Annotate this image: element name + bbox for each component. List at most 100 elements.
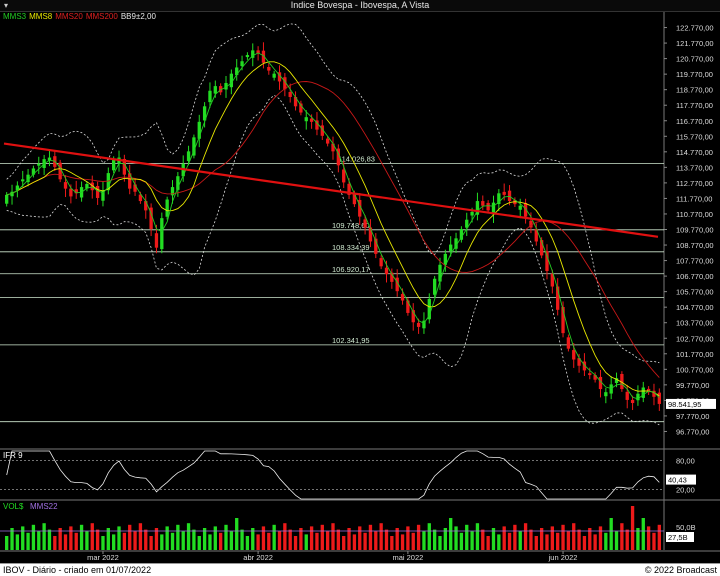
y-tick-label: 119.770,00 xyxy=(676,70,713,79)
volume-bar xyxy=(577,529,581,550)
volume-bar xyxy=(556,532,560,550)
volume-bar xyxy=(331,523,335,550)
volume-bar xyxy=(363,532,367,550)
volume-bar xyxy=(400,534,405,550)
volume-bar xyxy=(454,526,458,550)
fib-level-label: 102.341,95 xyxy=(332,336,370,345)
volume-bar xyxy=(197,536,201,550)
volume-bar xyxy=(625,529,629,550)
candle-body xyxy=(379,258,383,267)
candle-body xyxy=(272,73,276,78)
candle-body xyxy=(625,391,629,400)
candle-body xyxy=(507,190,512,202)
volume-bar xyxy=(427,523,431,550)
candle-body xyxy=(69,188,73,197)
candle-body xyxy=(545,251,549,271)
candle-body xyxy=(288,92,292,97)
candle-body xyxy=(304,117,308,122)
volume-bar xyxy=(170,532,175,550)
volume-bar xyxy=(149,536,153,550)
volume-bar xyxy=(352,534,357,550)
x-tick-label: abr 2022 xyxy=(243,553,273,562)
volume-bar xyxy=(438,536,442,550)
candle-body xyxy=(144,201,148,211)
volume-bar xyxy=(95,529,100,550)
volume-bar xyxy=(256,534,260,550)
volume-bar xyxy=(411,532,415,550)
volume-bar xyxy=(545,534,549,550)
volume-bar xyxy=(620,523,624,550)
volume-bar xyxy=(342,536,346,550)
candle-body xyxy=(630,399,635,404)
candle-body xyxy=(566,337,571,349)
volume-bar xyxy=(315,532,319,550)
candle-body xyxy=(363,219,367,228)
volume-bar xyxy=(652,532,656,550)
candle-body xyxy=(160,218,164,250)
ifr-tick-label: 80,00 xyxy=(676,457,695,466)
y-tick-label: 113.770,00 xyxy=(676,163,713,172)
volume-bar xyxy=(641,518,645,550)
volume-bar xyxy=(320,524,324,550)
volume-bar xyxy=(213,526,217,550)
volume-bar xyxy=(261,526,266,550)
candle-body xyxy=(572,350,576,360)
y-tick-label: 117.770,00 xyxy=(676,101,713,110)
candle-body xyxy=(449,244,453,252)
candle-body xyxy=(235,67,239,76)
y-tick-label: 97.770,00 xyxy=(676,412,709,421)
candle-body xyxy=(481,201,485,206)
candle-body xyxy=(438,264,442,282)
volume-bar xyxy=(465,524,469,550)
volume-bar xyxy=(85,531,89,550)
volume-bar xyxy=(235,518,239,550)
candle-body xyxy=(384,267,389,275)
ifr-tick-label: 20,00 xyxy=(676,485,695,494)
y-tick-label: 96.770,00 xyxy=(676,427,709,436)
y-tick-label: 99.770,00 xyxy=(676,381,709,390)
y-tick-label: 120.770,00 xyxy=(676,55,714,64)
volume-bar xyxy=(21,526,25,550)
volume-bar xyxy=(79,524,84,550)
volume-bar xyxy=(37,531,41,550)
volume-bar xyxy=(160,534,164,550)
candle-body xyxy=(112,159,116,171)
volume-bar xyxy=(224,524,228,550)
volume-bar xyxy=(368,524,373,550)
volume-bar xyxy=(219,532,223,550)
volume-bar xyxy=(117,526,121,550)
x-tick-label: mar 2022 xyxy=(87,553,119,562)
candle-body xyxy=(459,229,464,240)
volume-bar xyxy=(229,531,234,550)
fib-level-label: 106.920,17 xyxy=(332,265,370,274)
ifr-last-label: 40,43 xyxy=(668,476,687,485)
candle-body xyxy=(21,179,25,182)
volume-bar xyxy=(609,518,613,550)
candle-body xyxy=(588,373,592,376)
volume-title: VOL$ xyxy=(3,502,24,511)
y-tick-label: 105.770,00 xyxy=(676,288,714,297)
y-tick-label: 103.770,00 xyxy=(676,319,714,328)
volume-bar xyxy=(277,531,282,550)
volume-bar xyxy=(192,529,196,550)
volume-bar xyxy=(523,523,528,550)
candle-body xyxy=(186,151,191,161)
volume-bar xyxy=(186,523,191,550)
y-tick-label: 107.770,00 xyxy=(676,257,714,266)
candle-body xyxy=(432,278,437,295)
volume-bar xyxy=(15,534,20,550)
volume-bar xyxy=(47,529,52,550)
fib-level-label: 108.334,39 xyxy=(332,243,370,252)
volume-bar xyxy=(133,531,137,550)
candle-body xyxy=(240,61,244,67)
ifr-line xyxy=(6,450,660,500)
y-tick-label: 111.770,00 xyxy=(676,194,712,203)
volume-bar xyxy=(69,526,73,550)
volume-bar xyxy=(240,529,244,550)
price-chart[interactable]: 114.026,83109.748,60108.334,39106.920,17… xyxy=(0,0,720,563)
candle-body xyxy=(325,138,330,144)
footer-info: IBOV - Diário - criado em 01/07/2022 xyxy=(3,565,152,575)
volume-bar xyxy=(165,526,169,550)
volume-bar xyxy=(646,526,651,550)
candle-body xyxy=(416,322,421,327)
